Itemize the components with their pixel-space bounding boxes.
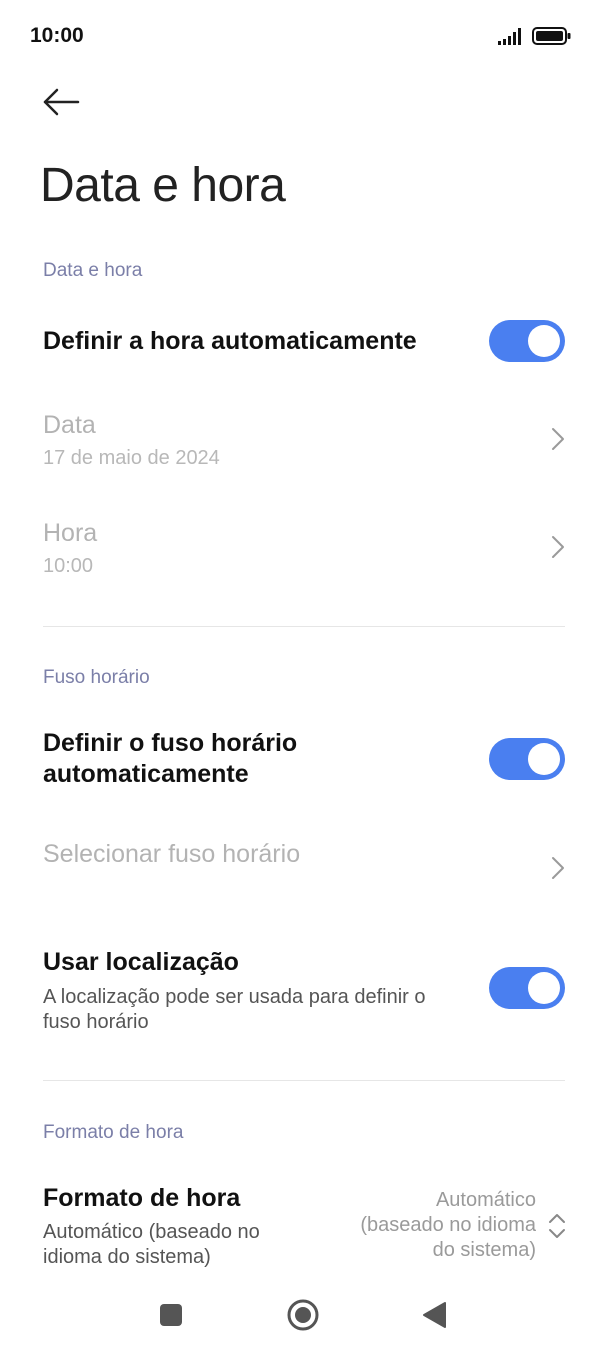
auto-timezone-title-line1: Definir o fuso horário (43, 729, 298, 757)
toggle-knob (528, 972, 560, 1004)
battery-icon (532, 27, 571, 45)
date-row-title: Data (43, 411, 96, 439)
page-title: Data e hora (40, 159, 286, 212)
chevron-right-icon[interactable] (547, 426, 569, 452)
nav-home-circle-icon[interactable] (286, 1298, 320, 1332)
section-label-time-format: Formato de hora (43, 1122, 184, 1143)
time-row-value: 10:00 (43, 555, 94, 577)
time-format-sub-line1: Automático (baseado no (43, 1221, 260, 1243)
date-row-value: 17 de maio de 2024 (43, 447, 220, 469)
section-divider (43, 626, 565, 627)
auto-time-title: Definir a hora automaticamente (43, 327, 417, 355)
section-divider (43, 1080, 565, 1081)
time-format-value[interactable]: Automático (baseado no idioma do sistema… (316, 1188, 536, 1263)
select-timezone-title: Selecionar fuso horário (43, 840, 301, 868)
time-format-value-line1: Automático (435, 1189, 536, 1211)
section-label-date-time: Data e hora (43, 260, 143, 281)
back-arrow-icon[interactable] (40, 84, 84, 120)
time-format-value-line2: (baseado no idioma (360, 1214, 536, 1236)
time-format-sub-line2: idioma do sistema) (43, 1246, 211, 1268)
auto-timezone-title-line2: automaticamente (43, 760, 249, 788)
chevron-right-icon[interactable] (547, 855, 569, 881)
nav-back-triangle-icon[interactable] (421, 1301, 447, 1329)
nav-recent-apps-square-icon[interactable] (160, 1304, 182, 1326)
chevron-right-icon[interactable] (547, 534, 569, 560)
use-location-sub-line1: A localização pode ser usada para defini… (43, 986, 426, 1008)
signal-icon (498, 28, 521, 45)
toggle-knob (528, 325, 560, 357)
status-bar-time: 10:00 (30, 24, 84, 47)
use-location-toggle[interactable] (489, 967, 565, 1009)
time-format-value-line3: do sistema) (432, 1239, 536, 1261)
use-location-title: Usar localização (43, 948, 239, 976)
time-row-title: Hora (43, 519, 98, 547)
section-label-timezone: Fuso horário (43, 667, 150, 688)
use-location-sub-line2: fuso horário (43, 1011, 149, 1033)
auto-time-toggle[interactable] (489, 320, 565, 362)
auto-timezone-toggle[interactable] (489, 738, 565, 780)
toggle-knob (528, 743, 560, 775)
time-format-title: Formato de hora (43, 1184, 241, 1212)
chevron-up-down-icon[interactable] (545, 1210, 569, 1242)
